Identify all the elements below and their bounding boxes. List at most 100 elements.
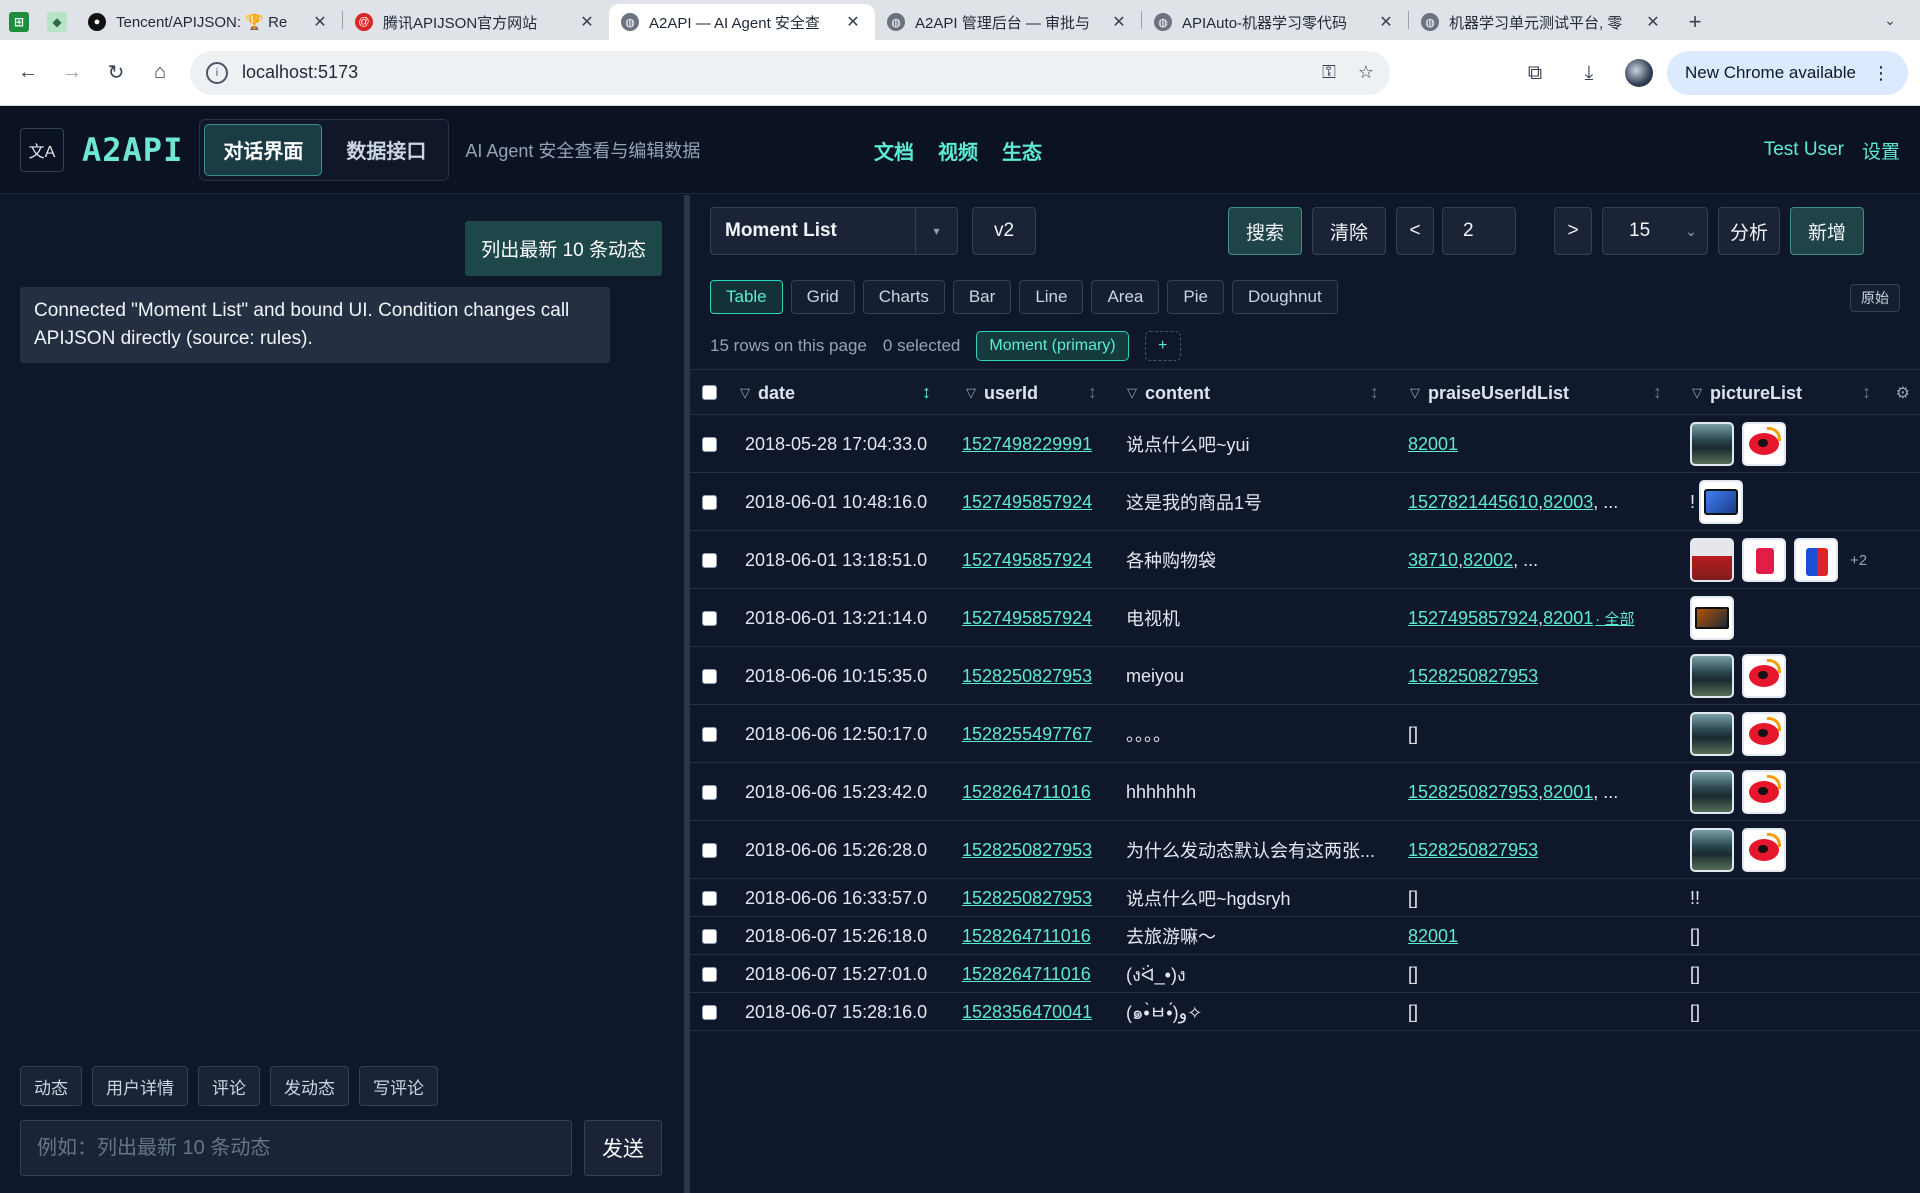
praise-user-link[interactable]: 82001 xyxy=(1543,608,1593,629)
next-page-button[interactable]: > xyxy=(1554,207,1592,255)
userid-link[interactable]: 1527495857924 xyxy=(962,492,1092,513)
praise-user-link[interactable]: 82002 xyxy=(1463,550,1513,571)
picture-thumbnail[interactable] xyxy=(1742,712,1786,756)
picture-thumbnail[interactable] xyxy=(1794,538,1838,582)
praise-user-link[interactable]: 82001 xyxy=(1543,782,1593,803)
pinned-tab-extension[interactable]: ◆ xyxy=(38,4,76,40)
userid-link[interactable]: 1528264711016 xyxy=(962,926,1091,947)
sort-asc-icon[interactable]: ↕ xyxy=(922,382,931,403)
close-tab-icon[interactable]: ✕ xyxy=(310,12,330,32)
browser-tab-active[interactable]: ◍ A2API — AI Agent 安全查 ✕ xyxy=(609,4,875,40)
raw-view-button[interactable]: 原始 xyxy=(1850,284,1900,312)
view-tab-bar[interactable]: Bar xyxy=(952,280,1012,314)
table-row[interactable]: 2018-06-01 13:21:14.0 1527495857924 电视机 152… xyxy=(690,589,1920,647)
picture-thumbnail[interactable] xyxy=(1690,654,1734,698)
picture-thumbnail[interactable] xyxy=(1690,422,1734,466)
primary-table-chip[interactable]: Moment (primary) xyxy=(976,331,1129,361)
view-tab-doughnut[interactable]: Doughnut xyxy=(1231,280,1338,314)
table-row[interactable]: 2018-05-28 17:04:33.0 1527498229991 说点什么吧~… xyxy=(690,415,1920,473)
praise-user-link[interactable]: 82001 xyxy=(1408,434,1458,455)
caret-down-icon[interactable]: ▾ xyxy=(915,208,957,254)
create-button[interactable]: 新增 xyxy=(1790,207,1864,255)
picture-thumbnail[interactable] xyxy=(1742,828,1786,872)
view-tab-area[interactable]: Area xyxy=(1091,280,1160,314)
quick-action-post-moment[interactable]: 发动态 xyxy=(270,1066,349,1106)
row-checkbox[interactable] xyxy=(702,494,717,510)
userid-link[interactable]: 1528264711016 xyxy=(962,964,1091,985)
userid-link[interactable]: 1528255497767 xyxy=(962,724,1092,745)
tab-search-chevron-icon[interactable]: ⌄ xyxy=(1874,6,1906,34)
table-row[interactable]: 2018-06-06 15:26:28.0 1528250827953 为什么发动态… xyxy=(690,821,1920,879)
column-header-userid[interactable]: ▽ userId xyxy=(966,370,1086,416)
version-button[interactable]: v2 xyxy=(972,207,1036,255)
nav-video-link[interactable]: 视频 xyxy=(938,136,978,165)
reload-icon[interactable]: ↻ xyxy=(94,53,138,93)
url-text[interactable]: localhost:5173 xyxy=(242,62,1300,83)
column-header-content[interactable]: ▽ content xyxy=(1127,370,1347,416)
picture-thumbnail[interactable] xyxy=(1690,770,1734,814)
filter-icon[interactable]: ▽ xyxy=(1127,385,1137,401)
browser-tab[interactable]: ◍ APIAuto-机器学习零代码 ✕ xyxy=(1142,4,1408,40)
praise-all-link[interactable]: · 全部 xyxy=(1595,608,1634,629)
view-tab-line[interactable]: Line xyxy=(1019,280,1084,314)
column-header-picturelist[interactable]: ▽ pictureList xyxy=(1692,370,1842,416)
picture-thumbnail[interactable] xyxy=(1690,538,1734,582)
search-button[interactable]: 搜索 xyxy=(1228,207,1302,255)
home-icon[interactable]: ⌂ xyxy=(138,53,182,93)
column-header-date[interactable]: ▽ date xyxy=(740,370,920,416)
picture-thumbnail[interactable] xyxy=(1742,422,1786,466)
send-button[interactable]: 发送 xyxy=(584,1120,662,1176)
userid-link[interactable]: 1528264711016 xyxy=(962,782,1091,803)
table-row[interactable]: 2018-06-06 15:23:42.0 1528264711016 hhhhhh… xyxy=(690,763,1920,821)
mode-api-button[interactable]: 数据接口 xyxy=(328,124,444,176)
filter-icon[interactable]: ▽ xyxy=(1410,385,1420,401)
view-tab-charts[interactable]: Charts xyxy=(862,280,945,314)
settings-link[interactable]: 设置 xyxy=(1862,137,1900,164)
userid-link[interactable]: 1528250827953 xyxy=(962,840,1092,861)
userid-link[interactable]: 1527495857924 xyxy=(962,608,1092,629)
extensions-icon[interactable]: ⧉ xyxy=(1513,53,1557,93)
table-row[interactable]: 2018-06-01 13:18:51.0 1527495857924 各种购物袋 3… xyxy=(690,531,1920,589)
table-row[interactable]: 2018-06-06 12:50:17.0 1528255497767 。。。。 [] xyxy=(690,705,1920,763)
row-checkbox[interactable] xyxy=(702,842,717,858)
download-icon[interactable]: ⤓ xyxy=(1567,53,1611,93)
mode-chat-button[interactable]: 对话界面 xyxy=(204,123,323,176)
row-checkbox[interactable] xyxy=(702,668,717,684)
password-key-icon[interactable]: ⚿ xyxy=(1322,62,1336,83)
row-checkbox[interactable] xyxy=(702,436,717,452)
praise-user-link[interactable]: 1527495857924 xyxy=(1408,608,1538,629)
close-tab-icon[interactable]: ✕ xyxy=(1376,12,1396,32)
picture-thumbnail[interactable] xyxy=(1742,538,1786,582)
praise-user-link[interactable]: 82001 xyxy=(1408,926,1458,947)
column-settings-gear-icon[interactable]: ⚙ xyxy=(1896,383,1910,403)
quick-action-comments[interactable]: 评论 xyxy=(198,1066,260,1106)
clear-button[interactable]: 清除 xyxy=(1312,207,1386,255)
table-row[interactable]: 2018-06-01 10:48:16.0 1527495857924 这是我的商品… xyxy=(690,473,1920,531)
picture-thumbnail[interactable] xyxy=(1742,770,1786,814)
page-number-input[interactable]: 2 xyxy=(1442,207,1516,255)
row-checkbox[interactable] xyxy=(702,890,717,906)
view-tab-grid[interactable]: Grid xyxy=(790,280,855,314)
praise-user-link[interactable]: 82003 xyxy=(1543,492,1593,513)
row-checkbox[interactable] xyxy=(702,784,717,800)
add-table-button[interactable]: + xyxy=(1144,331,1181,361)
close-tab-icon[interactable]: ✕ xyxy=(1109,12,1129,32)
nav-docs-link[interactable]: 文档 xyxy=(874,136,914,165)
sort-icon[interactable]: ↕ xyxy=(1862,382,1871,403)
browser-tab[interactable]: @ 腾讯APIJSON官方网站 ✕ xyxy=(343,4,609,40)
table-row[interactable]: 2018-06-07 15:27:01.0 1528264711016 (งᐛ_•)… xyxy=(690,955,1920,993)
userid-link[interactable]: 1528250827953 xyxy=(962,888,1092,909)
table-row[interactable]: 2018-06-07 15:28:16.0 1528356470041 (๑•̀ㅂ•… xyxy=(690,993,1920,1031)
chat-input[interactable] xyxy=(20,1120,572,1176)
translate-icon[interactable]: 文A xyxy=(20,127,64,172)
back-icon[interactable]: ← xyxy=(6,53,50,93)
praise-user-link[interactable]: 1527821445610 xyxy=(1408,492,1538,513)
select-all-checkbox[interactable] xyxy=(702,385,717,400)
bookmark-star-icon[interactable]: ☆ xyxy=(1358,62,1374,83)
praise-user-link[interactable]: 38710 xyxy=(1408,550,1458,571)
table-select[interactable]: Moment List ▾ xyxy=(710,207,958,255)
userid-link[interactable]: 1528250827953 xyxy=(962,666,1092,687)
quick-action-write-comment[interactable]: 写评论 xyxy=(359,1066,438,1106)
picture-thumbnail[interactable] xyxy=(1742,654,1786,698)
browser-tab[interactable]: ● Tencent/APIJSON: 🏆 Re ✕ xyxy=(76,4,342,40)
